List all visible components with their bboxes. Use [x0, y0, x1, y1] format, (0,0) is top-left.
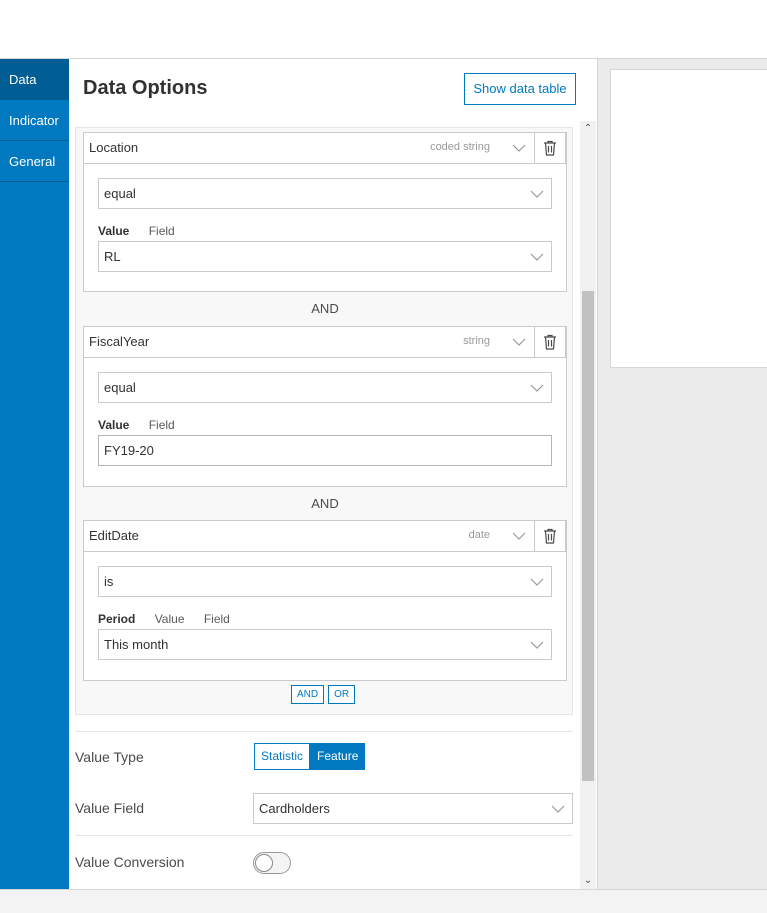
sidebar-item-indicator[interactable]: Indicator [0, 100, 69, 141]
chevron-down-icon[interactable] [512, 530, 526, 542]
top-bar [0, 0, 767, 59]
value-mode-tabs: Period Value Field [98, 612, 246, 626]
operator-select[interactable]: equal [98, 372, 552, 403]
scroll-up-arrow-icon[interactable]: ⌃ [580, 121, 596, 137]
filter-condition-editdate: EditDate date is Period Value Field This… [83, 520, 567, 681]
condition-field-type: string [463, 335, 490, 347]
indicator-preview-card [610, 69, 767, 368]
condition-field-selector[interactable]: Location coded string [84, 132, 566, 164]
operator-value: equal [104, 186, 136, 201]
value-select-current: RL [104, 249, 121, 264]
add-and-condition-button[interactable]: AND [291, 685, 325, 704]
operator-value: equal [104, 380, 136, 395]
chevron-down-icon[interactable] [512, 142, 526, 154]
filter-condition-fiscalyear: FiscalYear string equal Value Field FY19… [83, 326, 567, 487]
trash-icon [544, 334, 556, 350]
value-type-statistic-button[interactable]: Statistic [254, 743, 311, 770]
mode-tab-value[interactable]: Value [98, 418, 129, 432]
sidebar-item-general[interactable]: General [0, 141, 69, 182]
bottom-bar [0, 889, 767, 913]
mode-tab-period[interactable]: Period [98, 612, 135, 626]
chevron-down-icon [530, 253, 544, 261]
filter-conditions-area: Location coded string equal Value Field … [75, 127, 573, 715]
value-input[interactable]: FY19-20 [98, 435, 552, 466]
chevron-down-icon[interactable] [512, 336, 526, 348]
trash-icon [544, 528, 556, 544]
switch-knob [255, 854, 273, 872]
chevron-down-icon [551, 805, 565, 813]
value-field-label: Value Field [75, 800, 145, 816]
condition-field-name: EditDate [89, 528, 139, 543]
show-data-table-button[interactable]: Show data table [464, 73, 576, 105]
condition-field-type: coded string [430, 141, 490, 153]
condition-field-selector[interactable]: EditDate date [84, 520, 566, 552]
chevron-down-icon [530, 384, 544, 392]
period-select[interactable]: This month [98, 629, 552, 660]
mode-tab-field[interactable]: Field [149, 418, 175, 432]
condition-field-name: Location [89, 140, 139, 155]
add-condition-buttons: AND OR [291, 685, 356, 704]
chevron-down-icon [530, 190, 544, 198]
scrollbar-thumb[interactable] [582, 291, 594, 781]
value-conversion-label: Value Conversion [75, 854, 185, 870]
scroll-down-arrow-icon[interactable]: ⌄ [580, 873, 596, 889]
mode-tab-value[interactable]: Value [98, 224, 129, 238]
panel-scrollbar[interactable]: ⌃ ⌄ [580, 121, 596, 889]
condition-field-type: date [468, 529, 490, 541]
value-select[interactable]: RL [98, 241, 552, 272]
mode-tab-field[interactable]: Field [204, 612, 230, 626]
value-field-select[interactable]: Cardholders [253, 793, 573, 824]
sidebar-item-data[interactable]: Data [0, 59, 69, 100]
condition-field-selector[interactable]: FiscalYear string [84, 326, 566, 358]
condition-field-name: FiscalYear [89, 334, 150, 349]
value-type-feature-button[interactable]: Feature [310, 743, 366, 770]
operator-select[interactable]: is [98, 566, 552, 597]
operator-value: is [104, 574, 114, 589]
preview-area [598, 59, 767, 889]
panel-title: Data Options [83, 77, 208, 99]
section-divider [75, 731, 573, 732]
chevron-down-icon [530, 578, 544, 586]
operator-select[interactable]: equal [98, 178, 552, 209]
value-mode-tabs: Value Field [98, 224, 191, 238]
delete-condition-button[interactable] [534, 132, 566, 163]
period-select-current: This month [104, 637, 169, 652]
delete-condition-button[interactable] [534, 326, 566, 357]
mode-tab-value[interactable]: Value [155, 612, 185, 626]
trash-icon [544, 140, 556, 156]
value-conversion-switch[interactable] [253, 852, 291, 874]
mode-tab-field[interactable]: Field [149, 224, 175, 238]
data-options-panel: Data Options Show data table ⌃ ⌄ Locatio… [69, 59, 598, 889]
section-divider [75, 835, 573, 836]
value-type-toggle: Statistic Feature [254, 743, 366, 770]
filter-condition-location: Location coded string equal Value Field … [83, 132, 567, 292]
add-or-condition-button[interactable]: OR [328, 685, 356, 704]
chevron-down-icon [530, 641, 544, 649]
value-type-label: Value Type [75, 749, 144, 765]
value-mode-tabs: Value Field [98, 418, 191, 432]
value-field-current: Cardholders [259, 801, 330, 816]
condition-joiner: AND [311, 496, 339, 511]
condition-joiner: AND [311, 301, 339, 316]
settings-sidebar: Data Indicator General [0, 59, 69, 889]
delete-condition-button[interactable] [534, 520, 566, 551]
